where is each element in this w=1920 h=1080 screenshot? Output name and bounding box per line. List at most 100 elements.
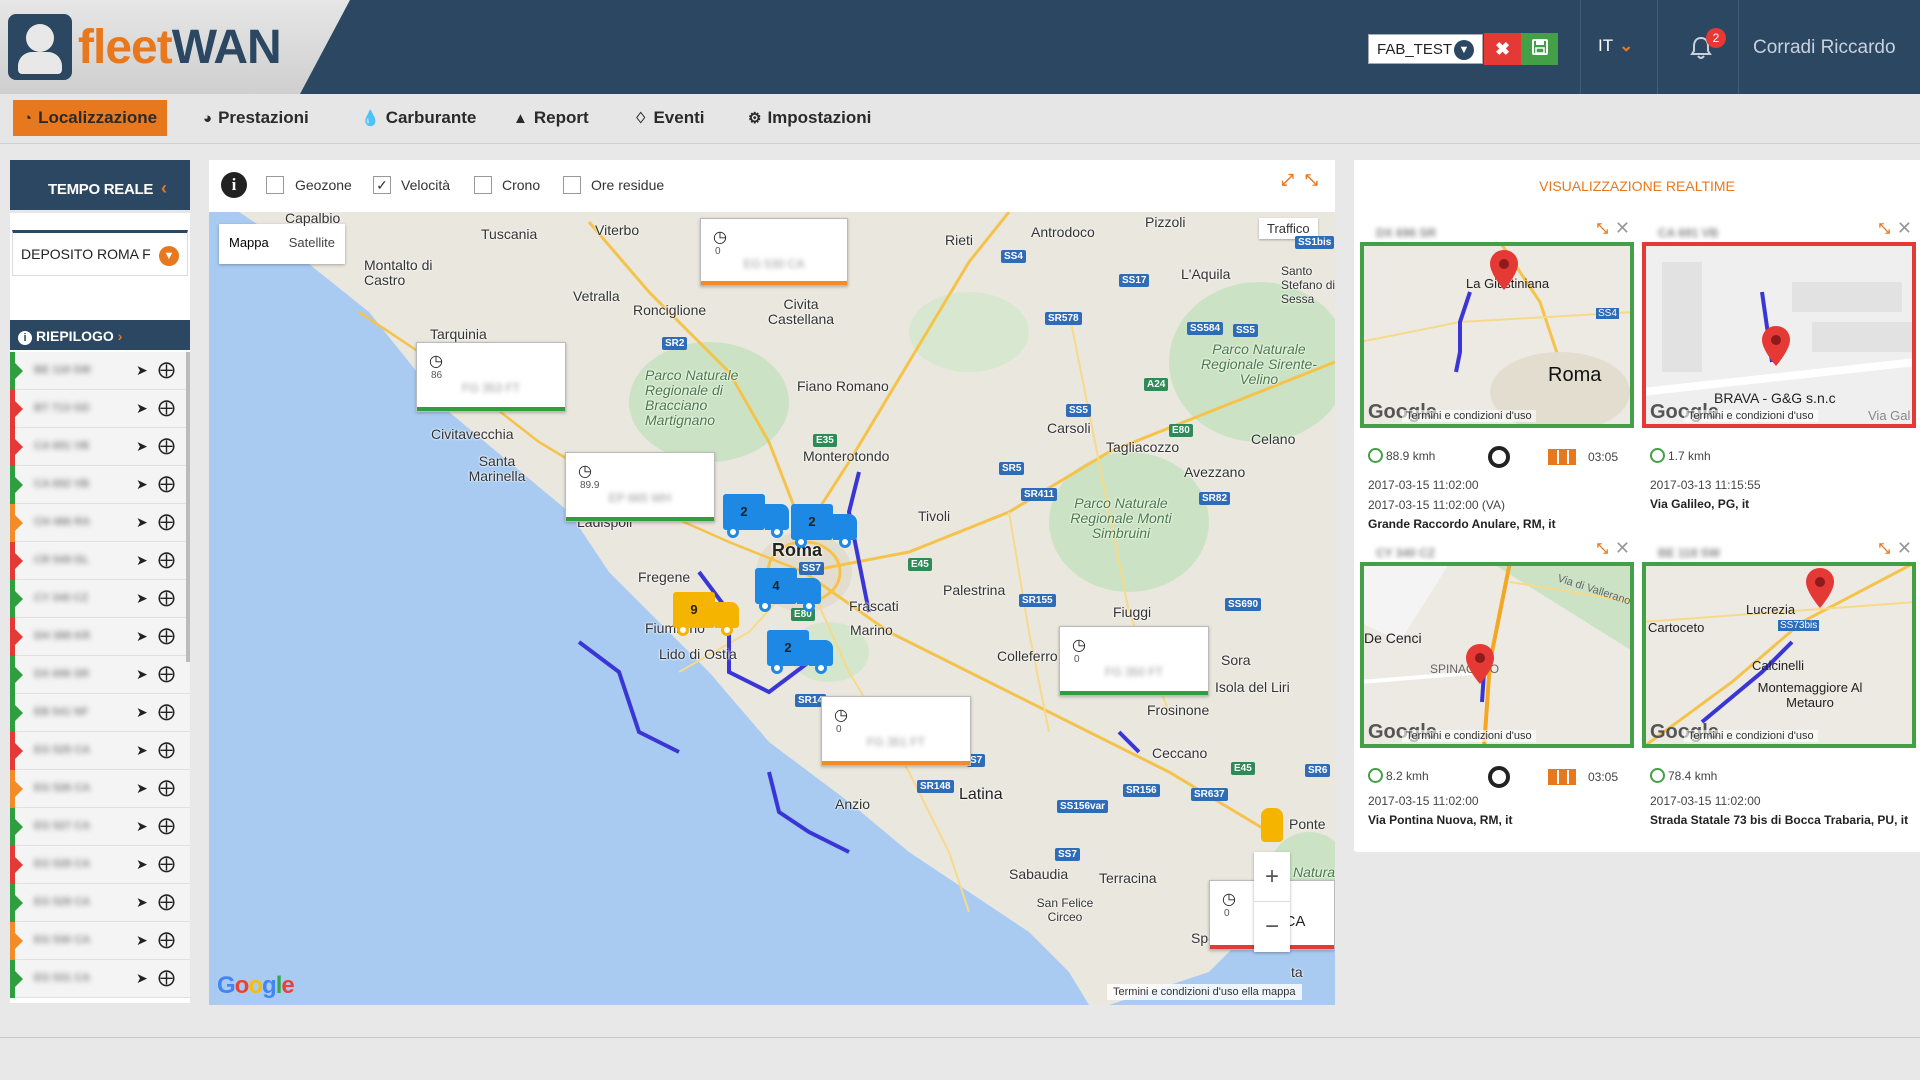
street-view-pegman-icon[interactable] [1261, 808, 1283, 842]
vehicle-popup[interactable]: ◷ 0 FG 350 FT [1059, 626, 1209, 696]
vehicle-row[interactable]: CY 340 CZ ➤ ⨁ [10, 580, 190, 618]
navigate-icon[interactable]: ➤ [136, 970, 148, 987]
locate-target-icon[interactable]: ⨁ [158, 360, 175, 380]
mini-terms-link[interactable]: Termini e condizioni d'uso [1684, 410, 1818, 422]
navigate-icon[interactable]: ➤ [136, 438, 148, 455]
vehicle-row[interactable]: BE 118 SW ➤ ⨁ [10, 352, 190, 390]
tab-prestazioni[interactable]: ◕ Prestazioni [193, 100, 319, 136]
locate-target-icon[interactable]: ⨁ [158, 854, 175, 874]
save-button[interactable] [1521, 33, 1558, 65]
profile-select[interactable]: FAB_TEST ▼ [1368, 34, 1483, 64]
locate-target-icon[interactable]: ⨁ [158, 436, 175, 456]
tab-eventi[interactable]: ♢ Eventi [624, 100, 714, 136]
locate-target-icon[interactable]: ⨁ [158, 664, 175, 684]
navigate-icon[interactable]: ➤ [136, 514, 148, 531]
info-icon[interactable]: i [221, 172, 247, 198]
vehicle-row[interactable]: BT 713 GD ➤ ⨁ [10, 390, 190, 428]
locate-target-icon[interactable]: ⨁ [158, 778, 175, 798]
card-mini-map[interactable]: Lucrezia Cartoceto Calcinelli Montemaggi… [1642, 562, 1916, 748]
navigate-icon[interactable]: ➤ [136, 704, 148, 721]
zoom-out-button[interactable]: − [1254, 902, 1290, 952]
language-select[interactable]: IT ⌄ [1598, 36, 1633, 56]
expand-icon[interactable]: ⤢ [1281, 172, 1294, 190]
vehicle-cluster[interactable]: 4 [755, 568, 825, 612]
mini-terms-link[interactable]: Termini e condizioni d'uso [1684, 730, 1818, 742]
navigate-icon[interactable]: ➤ [136, 552, 148, 569]
locate-target-icon[interactable]: ⨁ [158, 588, 175, 608]
navigate-icon[interactable]: ➤ [136, 742, 148, 759]
tab-localizzazione[interactable]: ◔ Localizzazione [13, 100, 168, 136]
logo[interactable]: fleetWAN [0, 0, 350, 94]
fullscreen-icon[interactable]: ⤡ [1305, 172, 1318, 190]
vehicle-row[interactable]: CH 486 RA ➤ ⨁ [10, 504, 190, 542]
depot-select[interactable]: DEPOSITO ROMA F ▼ [12, 230, 188, 276]
card-mini-map[interactable]: BRAVA - G&G s.n.c Via Gal Google Termini… [1642, 242, 1916, 428]
vehicle-row[interactable]: EG 525 CA ➤ ⨁ [10, 732, 190, 770]
navigate-icon[interactable]: ➤ [136, 628, 148, 645]
expand-icon[interactable]: ⤡ [1597, 540, 1608, 557]
vehicle-row[interactable]: EG 530 CA ➤ ⨁ [10, 922, 190, 960]
mini-terms-link[interactable]: Termini e condizioni d'uso [1402, 730, 1536, 742]
vehicle-row[interactable]: EG 526 CA ➤ ⨁ [10, 770, 190, 808]
vehicle-cluster[interactable]: 2 [767, 630, 837, 674]
ore-residue-checkbox[interactable] [563, 176, 581, 194]
vehicle-row[interactable]: EG 527 CA ➤ ⨁ [10, 808, 190, 846]
navigate-icon[interactable]: ➤ [136, 780, 148, 797]
navigate-icon[interactable]: ➤ [136, 400, 148, 417]
map-tab-mappa[interactable]: Mappa [219, 224, 279, 264]
crono-checkbox[interactable] [474, 176, 492, 194]
vehicle-row[interactable]: EG 531 CA ➤ ⨁ [10, 960, 190, 998]
velocita-checkbox[interactable]: ✓ [373, 176, 391, 194]
vehicle-popup[interactable]: ◷ 0 EG 530 CA [700, 218, 848, 286]
tab-carburante[interactable]: 💧 Carburante [351, 100, 486, 136]
locate-target-icon[interactable]: ⨁ [158, 512, 175, 532]
tab-report[interactable]: ▲ Report [503, 100, 599, 136]
locate-target-icon[interactable]: ⨁ [158, 930, 175, 950]
vehicle-row[interactable]: EG 529 CA ➤ ⨁ [10, 884, 190, 922]
vehicle-row[interactable]: DH 388 KR ➤ ⨁ [10, 618, 190, 656]
navigate-icon[interactable]: ➤ [136, 476, 148, 493]
close-icon[interactable]: ✕ [1615, 218, 1630, 239]
expand-icon[interactable]: ⤡ [1879, 220, 1890, 237]
navigate-icon[interactable]: ➤ [136, 666, 148, 683]
close-icon[interactable]: ✕ [1897, 538, 1912, 559]
mini-terms-link[interactable]: Termini e condizioni d'uso [1402, 410, 1536, 422]
close-icon[interactable]: ✕ [1897, 218, 1912, 239]
geozone-checkbox[interactable] [266, 176, 284, 194]
navigate-icon[interactable]: ➤ [136, 932, 148, 949]
vehicle-row[interactable]: CA 691 VB ➤ ⨁ [10, 428, 190, 466]
card-mini-map[interactable]: La Giustiniana Roma SS4 Google Termini e… [1360, 242, 1634, 428]
vehicle-list-scrollbar[interactable] [186, 352, 190, 662]
map-tab-satellite[interactable]: Satellite [279, 224, 345, 264]
vehicle-popup[interactable]: ◷ 0 FG 351 FT [821, 696, 971, 766]
locate-target-icon[interactable]: ⨁ [158, 398, 175, 418]
navigate-icon[interactable]: ➤ [136, 856, 148, 873]
discard-button[interactable]: ✖ [1484, 33, 1521, 65]
navigate-icon[interactable]: ➤ [136, 362, 148, 379]
vehicle-row[interactable]: EG 528 CA ➤ ⨁ [10, 846, 190, 884]
close-icon[interactable]: ✕ [1615, 538, 1630, 559]
locate-target-icon[interactable]: ⨁ [158, 892, 175, 912]
realtime-toggle-button[interactable]: TEMPO REALE ‹ [10, 160, 190, 210]
navigate-icon[interactable]: ➤ [136, 818, 148, 835]
locate-target-icon[interactable]: ⨁ [158, 626, 175, 646]
tab-impostazioni[interactable]: ⚙ Impostazioni [738, 100, 881, 136]
vehicle-row[interactable]: EB 541 NF ➤ ⨁ [10, 694, 190, 732]
locate-target-icon[interactable]: ⨁ [158, 816, 175, 836]
map-terms-link[interactable]: Termini e condizioni d'uso ella mappa [1107, 984, 1302, 1000]
locate-target-icon[interactable]: ⨁ [158, 740, 175, 760]
vehicle-popup[interactable]: ◷ 86 FG 353 FT [416, 342, 566, 412]
card-mini-map[interactable]: De Cenci SPINACETO Via di Vallerano Goog… [1360, 562, 1634, 748]
vehicle-cluster[interactable]: 2 [723, 494, 793, 538]
navigate-icon[interactable]: ➤ [136, 894, 148, 911]
vehicle-popup[interactable]: ◷ 89.9 EP 665 WH [565, 452, 715, 522]
locate-target-icon[interactable]: ⨁ [158, 474, 175, 494]
vehicle-cluster[interactable]: 9 [673, 592, 743, 636]
vehicle-row[interactable]: CA 692 VB ➤ ⨁ [10, 466, 190, 504]
user-name[interactable]: Corradi Riccardo [1753, 37, 1896, 59]
locate-target-icon[interactable]: ⨁ [158, 968, 175, 988]
navigate-icon[interactable]: ➤ [136, 590, 148, 607]
expand-icon[interactable]: ⤡ [1597, 220, 1608, 237]
expand-icon[interactable]: ⤡ [1879, 540, 1890, 557]
locate-target-icon[interactable]: ⨁ [158, 702, 175, 722]
